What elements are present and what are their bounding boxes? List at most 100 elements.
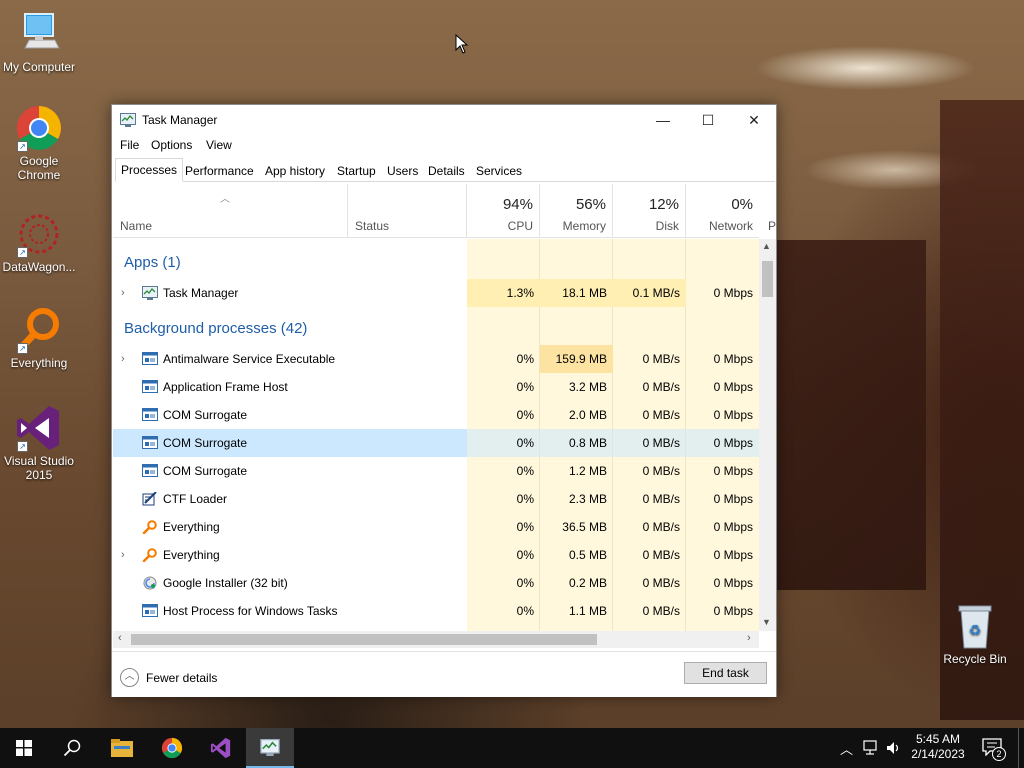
process-cpu: 0% — [516, 492, 534, 506]
process-name: Google Installer (32 bit) — [163, 576, 288, 590]
tab-performance[interactable]: Performance — [179, 160, 260, 182]
menu-file[interactable]: File — [120, 138, 139, 152]
scroll-left-icon[interactable]: ‹ — [118, 632, 122, 644]
table-row[interactable]: › Everything 0% 0.5 MB 0 MB/s 0 Mbps — [113, 541, 759, 569]
table-row[interactable]: › Task Manager 1.3% 18.1 MB 0.1 MB/s 0 M… — [113, 279, 759, 307]
taskbar-file-explorer[interactable] — [98, 728, 146, 768]
expand-chevron-icon[interactable]: › — [121, 345, 125, 373]
process-memory: 1.1 MB — [568, 604, 607, 618]
tab-processes[interactable]: Processes — [115, 158, 184, 182]
horizontal-scroll-thumb[interactable] — [131, 634, 597, 645]
tab-details[interactable]: Details — [422, 160, 471, 182]
table-row[interactable]: COM Surrogate 0% 0.8 MB 0 MB/s 0 Mbps — [113, 429, 759, 457]
column-header-power-partial[interactable]: P — [768, 219, 776, 233]
horizontal-scrollbar[interactable]: ‹ › — [113, 631, 759, 648]
tab-bar: Processes Performance App history Startu… — [115, 158, 775, 182]
desktop-icon-datawagon[interactable]: ↗ DataWagon... — [0, 210, 78, 274]
expand-chevron-icon[interactable]: › — [121, 541, 125, 569]
start-button[interactable] — [0, 728, 48, 768]
desktop-icon-my-computer[interactable]: My Computer — [0, 10, 78, 74]
process-memory: 0.2 MB — [568, 576, 607, 590]
tab-services[interactable]: Services — [470, 160, 528, 182]
shortcut-arrow-icon: ↗ — [17, 343, 28, 354]
service-icon — [142, 408, 158, 421]
expand-chevron-icon[interactable]: › — [121, 279, 125, 307]
taskbar-visual-studio[interactable] — [197, 728, 245, 768]
table-row[interactable]: COM Surrogate 0% 2.0 MB 0 MB/s 0 Mbps — [113, 401, 759, 429]
tab-app-history[interactable]: App history — [259, 160, 331, 182]
end-task-button[interactable]: End task — [684, 662, 767, 684]
column-header-memory[interactable]: 56% Memory — [540, 184, 613, 238]
close-button[interactable]: ✕ — [731, 105, 777, 135]
column-header-network[interactable]: 0% Network — [686, 184, 759, 238]
process-network: 0 Mbps — [713, 492, 753, 506]
desktop-icon-google-chrome[interactable]: ↗ Google Chrome — [0, 104, 78, 182]
volume-icon[interactable] — [886, 740, 902, 756]
title-bar[interactable]: Task Manager — ☐ ✕ — [112, 105, 776, 135]
process-memory: 2.3 MB — [568, 492, 607, 506]
process-name: CTF Loader — [163, 492, 228, 506]
memory-percent: 56% — [575, 196, 606, 213]
computer-icon — [15, 10, 63, 58]
minimize-button[interactable]: — — [640, 105, 686, 135]
process-network: 0 Mbps — [713, 436, 753, 450]
scroll-right-icon[interactable]: › — [747, 632, 751, 644]
desktop-icon-visual-studio[interactable]: ↗ Visual Studio 2015 — [0, 404, 78, 482]
table-row[interactable]: Google Installer (32 bit) 0% 0.2 MB 0 MB/s 0… — [113, 569, 759, 597]
process-memory: 0.5 MB — [568, 548, 607, 562]
collapse-chevron-icon[interactable]: ︿ — [120, 668, 139, 687]
start-icon — [16, 740, 32, 756]
desktop-icon-label: Recycle Bin — [943, 652, 1007, 666]
search-button[interactable] — [48, 728, 96, 768]
tab-users[interactable]: Users — [381, 160, 424, 182]
action-center-button[interactable]: 2 — [982, 738, 1006, 761]
clock[interactable]: 5:45 AM 2/14/2023 — [906, 732, 970, 762]
table-row[interactable]: Host Process for Windows Tasks 0% 1.1 MB 0 … — [113, 597, 759, 625]
scroll-down-icon[interactable]: ▼ — [762, 617, 771, 627]
network-icon[interactable] — [863, 740, 881, 756]
cpu-percent: 94% — [502, 196, 533, 213]
desktop-icon-everything[interactable]: ↗ Everything — [0, 306, 78, 370]
vertical-scroll-thumb[interactable] — [762, 261, 773, 297]
tab-startup[interactable]: Startup — [331, 160, 382, 182]
process-memory: 36.5 MB — [562, 520, 607, 534]
search-icon — [63, 739, 81, 757]
column-header-cpu[interactable]: 94% CPU — [467, 184, 540, 238]
table-row[interactable]: › Antimalware Service Executable 0% 159.9 M… — [113, 345, 759, 373]
scroll-up-icon[interactable]: ▲ — [762, 241, 771, 251]
cpu-label: CPU — [507, 219, 533, 233]
everything-icon: ↗ — [15, 306, 63, 354]
column-header-row: ︿ Name Status 94% CPU 56% Memory 12% Dis… — [113, 184, 776, 238]
ctf-loader-icon — [142, 492, 157, 506]
group-header-background[interactable]: Background processes (42) — [113, 315, 759, 343]
chrome-icon: ↗ — [15, 104, 63, 152]
taskbar-task-manager[interactable] — [246, 728, 294, 768]
network-percent: 0% — [731, 196, 753, 213]
show-hidden-icons-chevron-icon[interactable]: ︿ — [840, 739, 853, 758]
column-header-name[interactable]: ︿ Name — [113, 184, 348, 238]
desktop-icon-recycle-bin[interactable]: ♻ Recycle Bin — [936, 602, 1014, 666]
table-row[interactable]: CTF Loader 0% 2.3 MB 0 MB/s 0 Mbps — [113, 485, 759, 513]
datawagon-icon: ↗ — [15, 210, 63, 258]
table-row[interactable]: Everything 0% 36.5 MB 0 MB/s 0 Mbps — [113, 513, 759, 541]
taskbar-chrome[interactable] — [148, 728, 196, 768]
clock-date: 2/14/2023 — [911, 747, 965, 761]
vertical-scrollbar[interactable]: ▲ ▼ — [759, 239, 776, 631]
maximize-button[interactable]: ☐ — [685, 105, 731, 135]
table-row[interactable]: COM Surrogate 0% 1.2 MB 0 MB/s 0 Mbps — [113, 457, 759, 485]
process-disk: 0.1 MB/s — [632, 286, 680, 300]
column-header-status[interactable]: Status — [348, 184, 467, 238]
table-row[interactable]: Application Frame Host 0% 3.2 MB 0 MB/s 0 Mb… — [113, 373, 759, 401]
desktop-icon-label: Everything — [10, 356, 68, 370]
everything-icon — [142, 520, 157, 534]
group-header-apps[interactable]: Apps (1) — [113, 249, 759, 277]
process-disk: 0 MB/s — [642, 436, 680, 450]
menu-view[interactable]: View — [206, 138, 232, 152]
process-cpu: 0% — [516, 548, 534, 562]
column-header-disk[interactable]: 12% Disk — [613, 184, 686, 238]
process-name: Application Frame Host — [163, 380, 288, 394]
sort-arrow-icon: ︿ — [220, 194, 230, 205]
show-desktop-divider[interactable] — [1018, 728, 1019, 768]
fewer-details-link[interactable]: Fewer details — [146, 671, 217, 685]
menu-options[interactable]: Options — [151, 138, 192, 152]
